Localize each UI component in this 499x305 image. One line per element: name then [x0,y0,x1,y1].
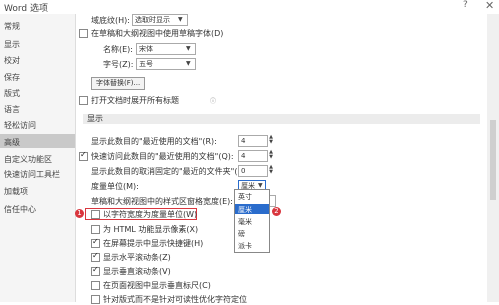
char-width-label: 以字符宽度为度量单位(W) [103,210,198,219]
sidebar: 常规 显示 校对 保存 版式 语言 轻松访问 高级 自定义功能区 快速访问工具栏… [0,14,76,302]
sidebar-item-quick-access-toolbar[interactable]: 快速访问工具栏 [4,169,60,180]
sidebar-item-addins[interactable]: 加载项 [4,186,28,197]
optimize-label: 针对版式而不是针对可读性优化字符定位 [103,295,247,304]
sidebar-item-display[interactable]: 显示 [4,39,20,50]
html-pixels-label: 为 HTML 功能显示像素(X) [103,225,199,234]
spinner-icon[interactable]: ▲ ▼ [267,150,275,161]
units-dropdown-list[interactable]: 英寸 厘米 毫米 磅 派卡 [234,189,270,253]
spinner-icon[interactable]: ▲ ▼ [267,165,275,176]
chevron-down-icon: ▼ [258,182,263,189]
callout-badge-1: 1 [75,209,84,218]
sidebar-item-language[interactable]: 语言 [4,104,20,115]
units-option-cm[interactable]: 厘米 [238,205,252,215]
font-name-value: 宋体 [139,45,153,53]
chevron-down-icon: ▼ [186,60,191,67]
expand-headings-checkbox[interactable] [79,96,88,105]
close-icon[interactable]: ✕ [485,0,494,12]
expand-headings-label: 打开文档时展开所有标题 [91,96,179,105]
window-title: Word 选项 [4,4,48,14]
scrollbar-thumb[interactable] [490,120,496,200]
font-size-value: 五号 [139,60,153,68]
units-option-point[interactable]: 磅 [238,229,245,239]
field-shading-value: 选取时显示 [135,16,170,24]
recent-docs-input[interactable]: 4 [238,135,268,147]
sidebar-item-proofing[interactable]: 校对 [4,55,20,66]
unpinned-folders-input[interactable]: 0 [238,165,268,177]
chevron-down-icon: ▼ [186,45,191,52]
html-pixels-checkbox[interactable] [91,225,100,234]
sidebar-item-general[interactable]: 常规 [4,21,20,32]
callout-badge-2: 2 [272,207,281,216]
recent-docs-label: 显示此数目的"最近使用的文档"(R): [91,137,217,146]
sidebar-item-advanced[interactable]: 高级 [4,137,20,148]
size-label: 字号(Z): [103,60,134,69]
quick-access-label: 快速访问此数目的"最近使用的文档"(Q): [91,152,234,161]
style-width-label: 草稿和大纲视图中的样式区窗格宽度(E): [91,197,233,206]
quick-access-input[interactable]: 4 [238,150,268,162]
font-substitution-button[interactable]: 字体替换(F)... [91,77,146,90]
units-option-mm[interactable]: 毫米 [238,217,252,227]
units-option-pica[interactable]: 派卡 [238,241,252,251]
info-icon: ⓘ [210,98,217,105]
shortcut-keys-label: 在屏幕提示中显示快捷键(H) [103,239,204,248]
quick-access-value: 4 [241,152,246,160]
units-label: 度量单位(M): [91,182,139,191]
ruler-checkbox[interactable] [91,281,100,290]
shortcut-keys-checkbox[interactable] [91,237,100,248]
unpinned-folders-value: 0 [241,167,246,175]
field-shading-label: 域底纹(H): [91,16,130,25]
sidebar-item-accessibility[interactable]: 轻松访问 [4,120,36,131]
sidebar-item-trust-center[interactable]: 信任中心 [4,204,36,215]
optimize-checkbox[interactable] [91,295,100,304]
char-width-checkbox[interactable] [91,210,100,219]
units-option-inch[interactable]: 英寸 [238,192,252,202]
help-icon[interactable]: ? [463,0,468,10]
v-scroll-label: 显示垂直滚动条(V) [103,267,171,276]
sidebar-item-save[interactable]: 保存 [4,72,20,83]
sidebar-item-typography[interactable]: 版式 [4,88,20,99]
chevron-down-icon: ▼ [178,16,183,23]
name-label: 名称(E): [103,45,133,54]
ruler-label: 在页面视图中显示垂直标尺(C) [103,281,211,290]
unpinned-folders-label: 显示此数目的取消固定的"最近的文件夹"(F): [91,167,248,176]
sidebar-item-customize-ribbon[interactable]: 自定义功能区 [4,154,52,165]
h-scroll-checkbox[interactable] [91,251,100,262]
draft-font-checkbox[interactable] [79,29,88,38]
display-section-header: 显示 [83,114,480,124]
h-scroll-label: 显示水平滚动条(Z) [103,253,171,262]
quick-access-checkbox[interactable] [79,150,88,161]
v-scroll-checkbox[interactable] [91,265,100,276]
draft-font-label: 在草稿和大纲视图中使用草稿字体(D) [91,29,224,38]
recent-docs-value: 4 [241,137,246,145]
spinner-icon[interactable]: ▲ ▼ [267,135,275,146]
title-bar: Word 选项 ? ✕ [0,0,499,14]
